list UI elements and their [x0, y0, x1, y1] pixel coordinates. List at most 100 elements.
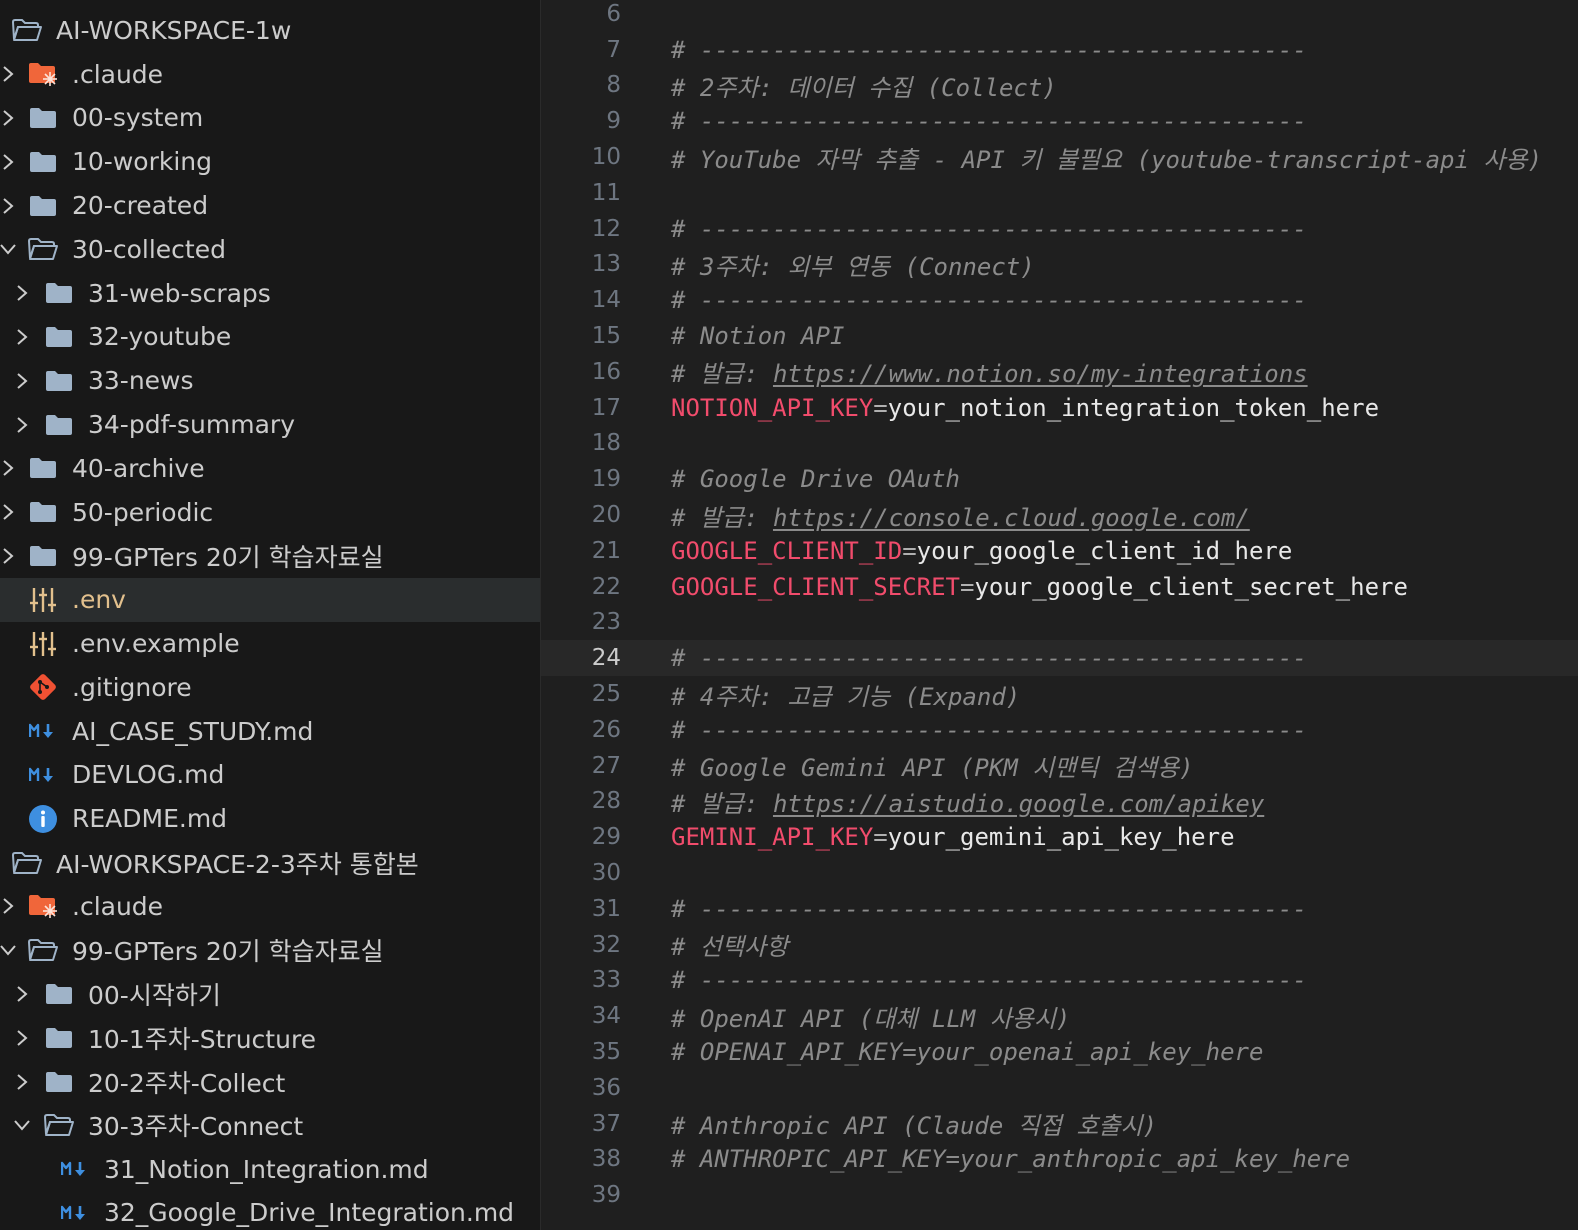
explorer-item-label: 34-pdf-summary — [88, 410, 295, 440]
code-line[interactable]: 31 # ------------------------------------… — [541, 891, 1578, 927]
code-line[interactable]: 19 # Google Drive OAuth — [541, 461, 1578, 497]
explorer-item[interactable]: 30-collected — [0, 227, 540, 271]
code-line[interactable]: 8 # 2주차: 데이터 수집 (Collect) — [541, 68, 1578, 104]
chevron-right-icon[interactable] — [12, 283, 32, 303]
code-line[interactable]: 9 # -------------------------------------… — [541, 103, 1578, 139]
code-line[interactable]: 24 # ------------------------------------… — [541, 640, 1578, 677]
code-line[interactable]: 26 # ------------------------------------… — [541, 712, 1578, 748]
explorer-item[interactable]: .gitignore — [0, 665, 540, 709]
explorer-item[interactable]: 31_Notion_Integration.md — [0, 1147, 540, 1191]
chevron-right-icon[interactable] — [0, 152, 18, 172]
chevron-right-icon[interactable] — [0, 502, 18, 522]
explorer-item[interactable]: .claude — [0, 52, 540, 96]
code-line[interactable]: 37 # Anthropic API (Claude 직접 호출시) — [541, 1106, 1578, 1142]
chevron-right-icon[interactable] — [0, 896, 18, 916]
explorer-item[interactable]: AI-WORKSPACE-1w — [0, 9, 540, 53]
code-line[interactable]: 28 # 발급: https://aistudio.google.com/apik… — [541, 784, 1578, 820]
code-line[interactable]: 13 # 3주차: 외부 연동 (Connect) — [541, 247, 1578, 283]
explorer-item[interactable]: 31-web-scraps — [0, 271, 540, 315]
code-line[interactable]: 20 # 발급: https://console.cloud.google.com… — [541, 497, 1578, 533]
line-number: 30 — [591, 860, 621, 887]
explorer-item[interactable]: 32-youtube — [0, 315, 540, 359]
chevron-right-icon[interactable] — [0, 196, 18, 216]
code-line[interactable]: 22 GOOGLE_CLIENT_SECRET=your_google_clien… — [541, 569, 1578, 605]
explorer-item[interactable]: AI-WORKSPACE-2-3주차 통합본 — [0, 841, 540, 885]
explorer-item[interactable]: 99-GPTers 20기 학습자료실 — [0, 534, 540, 578]
chevron-right-icon[interactable] — [12, 984, 32, 1004]
comment-link[interactable]: https://www.notion.so/my-integrations — [773, 360, 1308, 388]
explorer-item[interactable]: 33-news — [0, 359, 540, 403]
explorer-item[interactable]: 00-system — [0, 96, 540, 140]
explorer-item[interactable]: 99-GPTers 20기 학습자료실 — [0, 928, 540, 972]
env-key: GOOGLE_CLIENT_SECRET — [671, 572, 960, 601]
explorer-item[interactable]: .claude — [0, 884, 540, 928]
code-editor[interactable]: 6 7 # ------------------------------------… — [541, 0, 1578, 1230]
line-number: 21 — [591, 537, 621, 564]
code-content: # 2주차: 데이터 수집 (Collect) — [671, 68, 1057, 103]
comment-link[interactable]: https://aistudio.google.com/apikey — [773, 790, 1264, 818]
chevron-right-icon[interactable] — [12, 371, 32, 391]
chevron-right-icon[interactable] — [12, 415, 32, 435]
chevron-down-icon[interactable] — [12, 1115, 32, 1135]
code-line[interactable]: 15 # Notion API — [541, 318, 1578, 354]
explorer-item[interactable]: 32_Google_Drive_Integration.md — [0, 1191, 540, 1230]
chevron-down-icon[interactable] — [0, 940, 18, 960]
explorer-item[interactable]: 30-3주차-Connect — [0, 1103, 540, 1147]
comment-text: # --------------------------------------… — [671, 644, 1307, 673]
code-line[interactable]: 39 — [541, 1177, 1578, 1213]
code-line[interactable]: 14 # ------------------------------------… — [541, 282, 1578, 318]
line-number: 38 — [591, 1146, 621, 1173]
code-line[interactable]: 11 — [541, 175, 1578, 211]
code-line[interactable]: 16 # 발급: https://www.notion.so/my-integra… — [541, 354, 1578, 390]
code-line[interactable]: 6 — [541, 0, 1578, 32]
code-line[interactable]: 21 GOOGLE_CLIENT_ID=your_google_client_id… — [541, 533, 1578, 569]
explorer-item[interactable]: 10-1주차-Structure — [0, 1016, 540, 1060]
code-line[interactable]: 35 # OPENAI_API_KEY=your_openai_api_key_h… — [541, 1034, 1578, 1070]
code-line[interactable]: 17 NOTION_API_KEY=your_notion_integration… — [541, 390, 1578, 426]
code-line[interactable]: 33 # ------------------------------------… — [541, 963, 1578, 999]
explorer-item[interactable]: 50-periodic — [0, 490, 540, 534]
chevron-down-icon[interactable] — [0, 239, 18, 259]
comment-text: # 4주차: 고급 기능 (Expand) — [671, 682, 1021, 711]
chevron-right-icon[interactable] — [0, 458, 18, 478]
explorer-item[interactable]: .env.example — [0, 622, 540, 666]
folder-open-icon — [12, 848, 42, 878]
explorer-item[interactable]: AI_CASE_STUDY.md — [0, 709, 540, 753]
explorer-item[interactable]: 10-working — [0, 140, 540, 184]
env-file-icon — [28, 585, 58, 615]
code-line[interactable]: 7 # -------------------------------------… — [541, 32, 1578, 68]
code-line[interactable]: 12 # ------------------------------------… — [541, 211, 1578, 247]
code-line[interactable]: 10 # YouTube 자막 추출 - API 키 불필요 (youtube-t… — [541, 139, 1578, 175]
code-line[interactable]: 36 — [541, 1070, 1578, 1106]
line-number: 17 — [591, 394, 621, 421]
chevron-right-icon[interactable] — [12, 1072, 32, 1092]
line-number: 7 — [606, 36, 621, 63]
chevron-right-icon[interactable] — [12, 1028, 32, 1048]
comment-link[interactable]: https://console.cloud.google.com/ — [773, 504, 1250, 532]
explorer-item[interactable]: 00-시작하기 — [0, 972, 540, 1016]
explorer-item[interactable]: .env — [0, 577, 540, 622]
chevron-right-icon[interactable] — [0, 546, 18, 566]
explorer-item[interactable]: 40-archive — [0, 446, 540, 490]
code-line[interactable]: 25 # 4주차: 고급 기능 (Expand) — [541, 676, 1578, 712]
explorer-item[interactable]: DEVLOG.md — [0, 753, 540, 797]
explorer-item[interactable]: 20-2주차-Collect — [0, 1060, 540, 1104]
chevron-right-icon[interactable] — [12, 327, 32, 347]
code-line[interactable]: 38 # ANTHROPIC_API_KEY=your_anthropic_api… — [541, 1142, 1578, 1178]
explorer-item[interactable]: 20-created — [0, 184, 540, 228]
explorer-item[interactable]: 34-pdf-summary — [0, 403, 540, 447]
code-line[interactable]: 23 — [541, 605, 1578, 641]
code-line[interactable]: 29 GEMINI_API_KEY=your_gemini_api_key_her… — [541, 819, 1578, 855]
explorer-item-label: .env — [72, 585, 126, 615]
explorer-item-label: .gitignore — [72, 672, 192, 702]
chevron-right-icon[interactable] — [0, 108, 18, 128]
code-line[interactable]: 27 # Google Gemini API (PKM 시맨틱 검색용) — [541, 748, 1578, 784]
explorer-item[interactable]: README.md — [0, 797, 540, 841]
chevron-right-icon[interactable] — [0, 64, 18, 84]
explorer-item-label: 31_Notion_Integration.md — [104, 1154, 429, 1184]
code-line[interactable]: 34 # OpenAI API (대체 LLM 사용시) — [541, 998, 1578, 1034]
code-line[interactable]: 32 # 선택사항 — [541, 927, 1578, 963]
code-line[interactable]: 30 — [541, 855, 1578, 891]
code-line[interactable]: 18 — [541, 426, 1578, 462]
code-content: GEMINI_API_KEY=your_gemini_api_key_here — [671, 823, 1235, 851]
